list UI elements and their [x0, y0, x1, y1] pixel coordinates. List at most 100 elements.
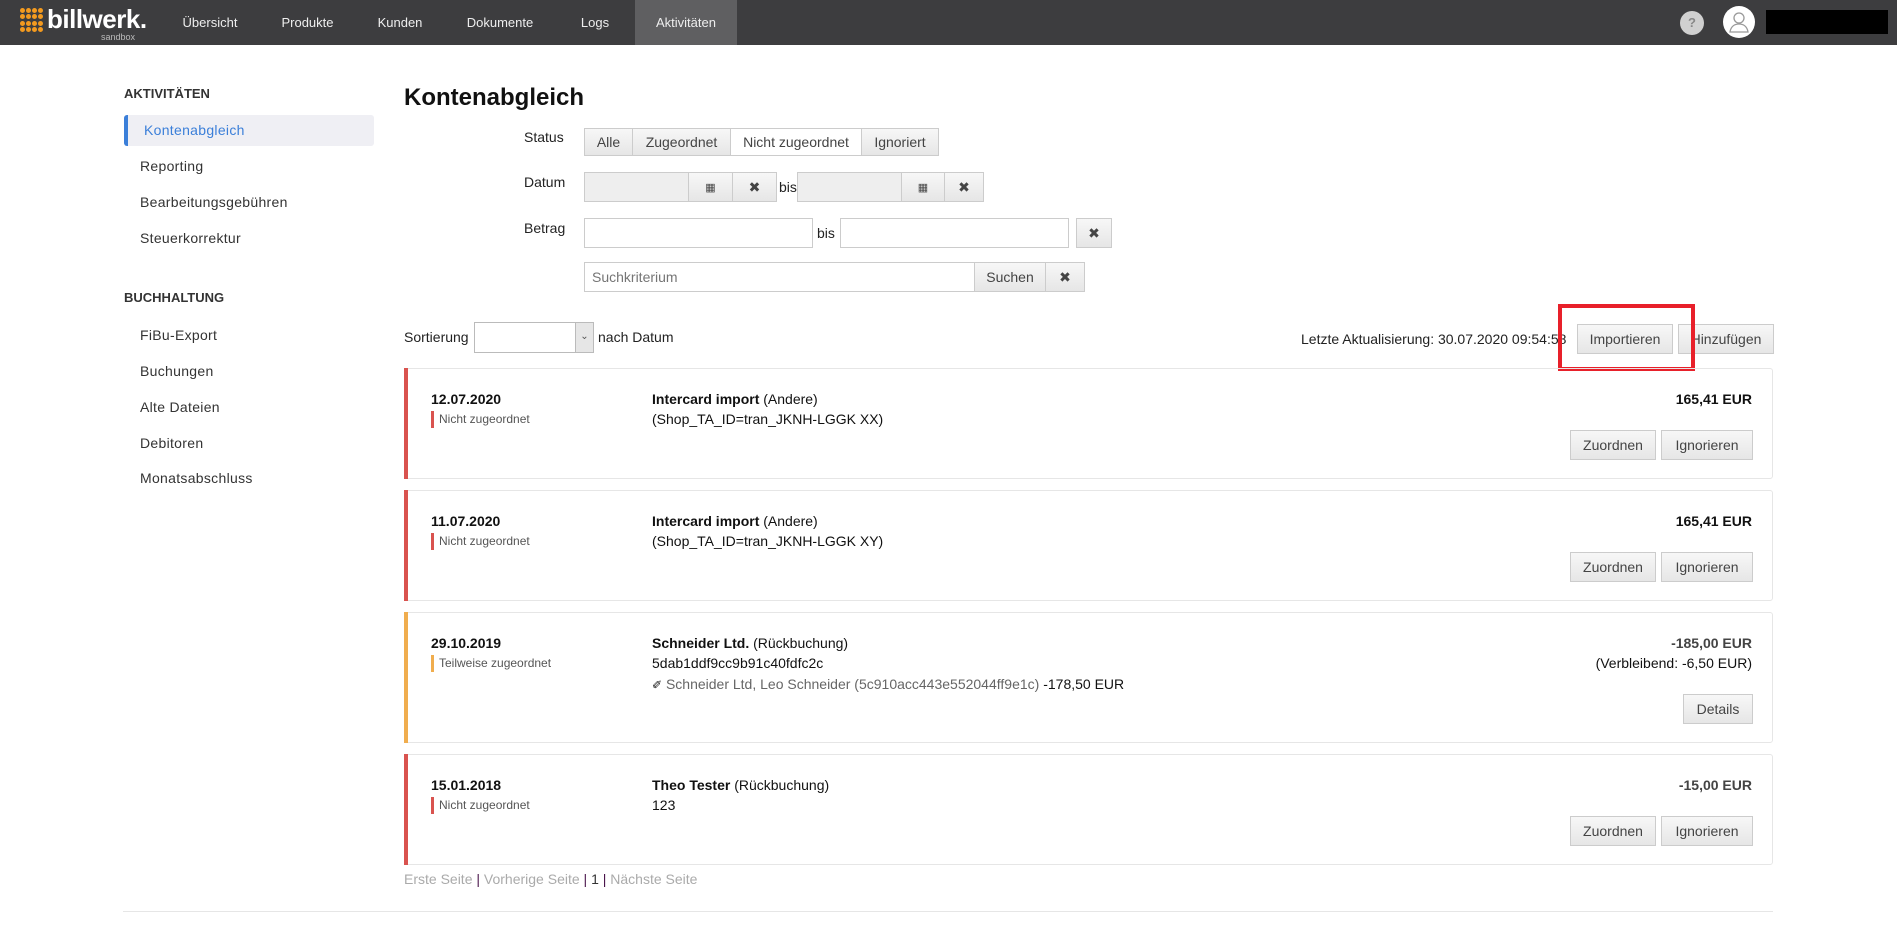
transaction-card: 15.01.2018 Nicht zugeordnet Theo Tester …	[404, 754, 1773, 865]
transaction-card: 29.10.2019 Teilweise zugeordnet Schneide…	[404, 612, 1773, 743]
transaction-date: 15.01.2018	[431, 777, 502, 793]
nav-uebersicht[interactable]: Übersicht	[160, 0, 260, 45]
sort-suffix: nach Datum	[598, 329, 674, 345]
details-button[interactable]: Details	[1683, 694, 1753, 724]
sidebar-item-bearbeitungsgebuehren[interactable]: Bearbeitungsgebühren	[124, 187, 374, 218]
nav-logs[interactable]: Logs	[555, 0, 635, 45]
ignore-button[interactable]: Ignorieren	[1661, 430, 1753, 460]
ignore-button[interactable]: Ignorieren	[1661, 552, 1753, 582]
nav-dokumente[interactable]: Dokumente	[445, 0, 555, 45]
sort-select[interactable]: ⌄	[474, 322, 594, 353]
transaction-name: Theo Tester	[652, 777, 731, 793]
logo-icon	[20, 8, 43, 32]
pagination: Erste Seite | Vorherige Seite | 1 | Näch…	[404, 871, 697, 887]
status-label: Status	[524, 129, 564, 145]
amount-label: Betrag	[524, 220, 566, 236]
transaction-date: 11.07.2020	[431, 513, 501, 529]
sidebar-heading-buchhaltung: BUCHHALTUNG	[124, 290, 225, 305]
transaction-name: Schneider Ltd.	[652, 635, 750, 651]
previous-page-link[interactable]: Vorherige Seite	[484, 871, 580, 887]
transaction-title: Intercard import (Andere)	[652, 391, 818, 407]
assign-button[interactable]: Zuordnen	[1570, 430, 1656, 460]
ignore-button[interactable]: Ignorieren	[1661, 816, 1753, 846]
status-bar	[404, 612, 408, 743]
transaction-type: (Rückbuchung)	[734, 777, 830, 793]
transaction-date: 29.10.2019	[431, 635, 502, 651]
transaction-card: 11.07.2020 Nicht zugeordnet Intercard im…	[404, 490, 1773, 601]
footer-divider	[123, 911, 1773, 912]
date-between-label: bis	[779, 179, 797, 195]
user-avatar-icon[interactable]	[1723, 6, 1755, 38]
status-bar	[404, 754, 408, 865]
highlight-box	[1558, 304, 1695, 371]
transaction-reference: (Shop_TA_ID=tran_JKNH-LGGK XX)	[652, 411, 884, 427]
assign-button[interactable]: Zuordnen	[1570, 552, 1656, 582]
transaction-title: Theo Tester (Rückbuchung)	[652, 777, 829, 793]
date-from-input[interactable]	[584, 172, 689, 202]
status-filter-ignoriert[interactable]: Ignoriert	[861, 128, 939, 156]
transaction-reference: (Shop_TA_ID=tran_JKNH-LGGK XY)	[652, 533, 884, 549]
page-title: Kontenabgleich	[404, 84, 585, 111]
nav-produkte[interactable]: Produkte	[260, 0, 355, 45]
linked-customer[interactable]: Schneider Ltd, Leo Schneider (5c910acc44…	[666, 676, 1039, 692]
search-input[interactable]	[584, 262, 975, 292]
amount-clear-icon[interactable]: ✖	[1076, 218, 1112, 248]
sidebar-heading-aktivitaeten: AKTIVITÄTEN	[124, 86, 210, 101]
linked-amount: -178,50 EUR	[1043, 676, 1125, 692]
transaction-name: Intercard import	[652, 513, 760, 529]
status-badge: Nicht zugeordnet	[431, 533, 530, 550]
status-filter-alle[interactable]: Alle	[584, 128, 633, 156]
sidebar-item-steuerkorrektur[interactable]: Steuerkorrektur	[124, 223, 374, 254]
status-badge: Teilweise zugeordnet	[431, 655, 551, 672]
assign-button[interactable]: Zuordnen	[1570, 816, 1656, 846]
link-icon: ✐	[652, 678, 663, 692]
next-page-link[interactable]: Nächste Seite	[610, 871, 697, 887]
status-filter-zugeordnet[interactable]: Zugeordnet	[632, 128, 731, 156]
transaction-name: Intercard import	[652, 391, 760, 407]
sidebar-item-monatsabschluss[interactable]: Monatsabschluss	[124, 463, 374, 494]
transaction-amount: -15,00 EUR	[1678, 777, 1752, 793]
transaction-date: 12.07.2020	[431, 391, 502, 407]
transaction-amount: 165,41 EUR	[1675, 513, 1752, 529]
transaction-amount: -185,00 EUR	[1671, 635, 1752, 651]
sidebar-item-buchungen[interactable]: Buchungen	[124, 356, 374, 387]
sidebar-item-kontenabgleich[interactable]: Kontenabgleich	[124, 115, 374, 146]
transaction-type: (Rückbuchung)	[753, 635, 849, 651]
date-to-input[interactable]	[797, 172, 902, 202]
amount-to-input[interactable]	[840, 218, 1069, 248]
help-icon[interactable]: ?	[1680, 11, 1704, 35]
status-badge: Nicht zugeordnet	[431, 411, 530, 428]
amount-from-input[interactable]	[584, 218, 813, 248]
date-to-calendar-icon[interactable]: ▦	[901, 172, 945, 202]
first-page-link[interactable]: Erste Seite	[404, 871, 472, 887]
nav-kunden[interactable]: Kunden	[355, 0, 445, 45]
transaction-reference: 123	[652, 797, 676, 813]
search-button[interactable]: Suchen	[974, 262, 1046, 292]
date-to-clear-icon[interactable]: ✖	[944, 172, 984, 202]
status-filter-nicht-zugeordnet[interactable]: Nicht zugeordnet	[730, 128, 862, 156]
date-from-calendar-icon[interactable]: ▦	[688, 172, 733, 202]
username-redacted[interactable]	[1766, 10, 1888, 34]
chevron-down-icon: ⌄	[575, 323, 593, 352]
transaction-title: Schneider Ltd. (Rückbuchung)	[652, 635, 848, 651]
transaction-reference: 5dab1ddf9cc9b91c40fdfc2c	[652, 655, 824, 671]
sidebar-item-reporting[interactable]: Reporting	[124, 151, 374, 182]
date-from-clear-icon[interactable]: ✖	[732, 172, 777, 202]
amount-between-label: bis	[817, 225, 835, 241]
pagination-separator: |	[602, 871, 607, 887]
brand-sub: sandbox	[100, 32, 135, 42]
billwerk-logo[interactable]: billwerk. sandbox	[20, 5, 147, 42]
top-navbar: billwerk. sandbox Übersicht Produkte Kun…	[0, 0, 1897, 45]
last-update-text: Letzte Aktualisierung: 30.07.2020 09:54:…	[1301, 331, 1567, 347]
pagination-separator: |	[583, 871, 588, 887]
sidebar-item-alte-dateien[interactable]: Alte Dateien	[124, 392, 374, 423]
transaction-type: (Andere)	[763, 391, 818, 407]
status-bar	[404, 490, 408, 601]
search-clear-icon[interactable]: ✖	[1045, 262, 1085, 292]
sidebar-item-debitoren[interactable]: Debitoren	[124, 428, 374, 459]
status-bar	[404, 368, 408, 479]
sidebar-item-fibu-export[interactable]: FiBu-Export	[124, 320, 374, 351]
nav-aktivitaeten[interactable]: Aktivitäten	[635, 0, 737, 45]
remaining-amount: (Verbleibend: -6,50 EUR)	[1595, 655, 1752, 671]
status-badge: Nicht zugeordnet	[431, 797, 530, 814]
